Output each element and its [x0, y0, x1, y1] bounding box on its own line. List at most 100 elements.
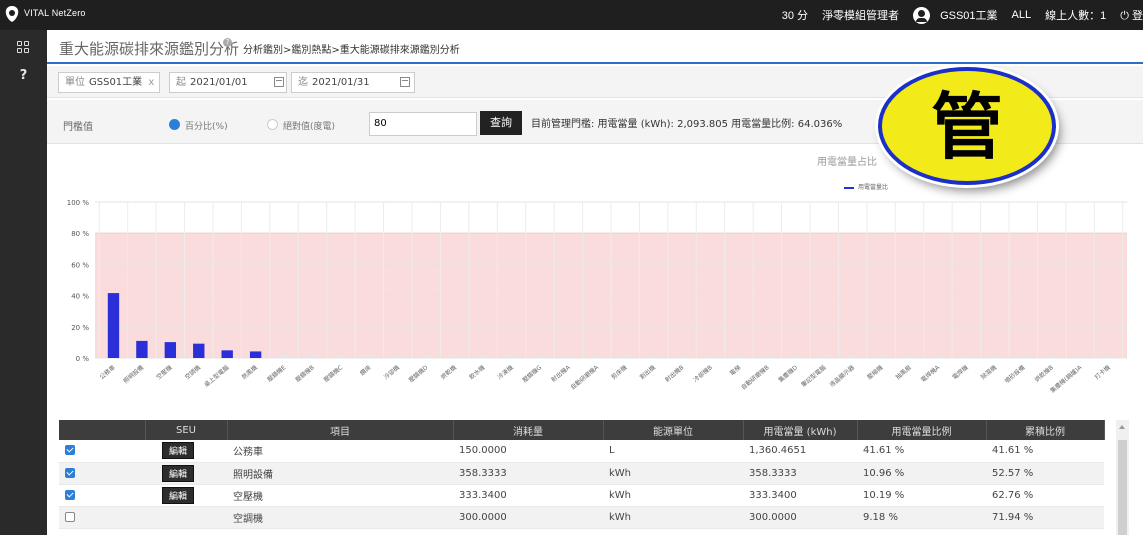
table-scrollbar[interactable] [1116, 420, 1129, 535]
cell-unit: kWh [603, 506, 743, 529]
x-tick-label: 鑽床 [358, 363, 372, 377]
cell-cumulative: 62.76 % [986, 484, 1104, 507]
chart-bar [790, 355, 802, 358]
cell-item: 空調機 [227, 506, 453, 529]
org-label[interactable]: GSS01工業 [940, 7, 997, 23]
x-tick-label: 壓鑄機E [266, 363, 288, 383]
x-tick-label: 抽風扇 [894, 363, 913, 381]
row-checkbox-cell [59, 440, 145, 463]
cell-kwh: 300.0000 [743, 506, 857, 529]
x-tick-label: 空壓機 [155, 363, 174, 381]
column-header: 累積比例 [986, 420, 1105, 440]
cell-unit: kWh [603, 462, 743, 485]
x-tick-label: 除濕機 [979, 363, 998, 381]
calendar-icon[interactable] [274, 77, 284, 87]
column-header [59, 420, 146, 440]
column-header: 能源單位 [603, 420, 744, 440]
cell-consumption: 358.3333 [453, 462, 603, 485]
y-tick-label: 80 % [71, 230, 89, 238]
top-right-status: 30 分 淨零模組管理者 GSS01工業 ALL 線上人數：1 ⏻ 登 [782, 0, 1143, 30]
x-tick-label: 電梯 [728, 363, 742, 377]
table-row[interactable]: 空調機 300.0000 kWh 300.0000 9.18 % 71.94 % [59, 506, 1104, 529]
unit-clear-icon[interactable]: x [148, 77, 154, 88]
cell-kwh: 333.3400 [743, 484, 857, 507]
unit-value: GSS01工業 [89, 77, 143, 88]
percent-radio[interactable] [169, 119, 180, 130]
chart-bar [846, 355, 859, 358]
column-header: 消耗量 [453, 420, 604, 440]
end-date-field[interactable]: 迄 2021/01/31 [291, 72, 415, 93]
scroll-up-icon[interactable] [1119, 425, 1125, 429]
session-timer: 30 分 [781, 10, 809, 22]
x-tick-label: 壓縮機 [865, 363, 884, 381]
x-tick-label: 射出機A [550, 363, 573, 384]
x-tick-label: 冷凍機 [496, 363, 515, 381]
calendar-icon[interactable] [400, 77, 410, 87]
edit-button[interactable]: 編輯 [162, 486, 195, 504]
chart-bar [477, 355, 489, 358]
edit-button[interactable]: 編輯 [162, 442, 195, 460]
online-count: 線上人數：1 [1045, 10, 1107, 22]
percent-radio-label: 百分比(%) [185, 122, 228, 132]
chart-bar [136, 340, 148, 358]
chart-bar [875, 355, 887, 358]
cell-ratio: 10.19 % [857, 484, 986, 507]
chart-bar [505, 355, 518, 358]
help-button[interactable]: ? [0, 62, 47, 90]
x-tick-label: 集塵機D [777, 363, 800, 384]
menu-grid-button[interactable] [0, 32, 47, 60]
chart-bar [164, 342, 177, 358]
chart-bar [903, 355, 916, 358]
x-tick-label: 空調機 [183, 363, 202, 381]
y-tick-label: 60 % [71, 261, 89, 269]
y-tick-label: 0 % [76, 355, 90, 363]
cell-item: 空壓機 [227, 484, 453, 507]
cell-consumption: 300.0000 [453, 506, 603, 529]
query-button[interactable]: 查詢 [480, 111, 522, 135]
chart-bar [420, 355, 432, 358]
x-tick-label: 割出機 [638, 363, 657, 381]
row-checkbox[interactable] [65, 467, 75, 478]
threshold-input[interactable]: 80 [369, 112, 477, 136]
chart-bar [619, 355, 631, 358]
start-date-field[interactable]: 起 2021/01/01 [169, 72, 287, 93]
table-row[interactable]: 編輯 公務車 150.0000 L 1,360.4651 41.61 % 41.61 % [59, 440, 1104, 463]
chart-bar [932, 355, 944, 358]
chart-bar [278, 354, 290, 358]
y-tick-label: 40 % [71, 293, 89, 301]
seu-cell: 編輯 [145, 462, 227, 485]
unit-select[interactable]: 單位 GSS01工業 x [58, 72, 160, 93]
chart-bar [448, 355, 461, 358]
chart-bar [960, 355, 973, 358]
row-checkbox[interactable] [65, 511, 75, 522]
breadcrumb: 分析鑑別>鑑別熱點>重大能源碳排來源鑑別分析 [243, 45, 460, 56]
y-tick-label: 20 % [71, 324, 89, 332]
help-tooltip-icon[interactable]: ? [223, 38, 232, 47]
edit-button[interactable]: 編輯 [162, 464, 195, 482]
chart-bar [989, 355, 1001, 358]
threshold-info: 目前管理門檻: 用電當量 (kWh): 2,093.805 用電當量比例: 64… [531, 119, 843, 130]
cell-item: 照明設備 [227, 462, 453, 485]
chart-bar [562, 355, 575, 358]
chart-bar [818, 355, 830, 358]
x-tick-label: 打卡機 [1093, 363, 1112, 381]
table-row[interactable]: 編輯 照明設備 358.3333 kWh 358.3333 10.96 % 52.57 % [59, 462, 1104, 485]
cell-consumption: 150.0000 [453, 440, 603, 463]
chart-bar [676, 355, 688, 358]
scope-label[interactable]: ALL [1012, 9, 1032, 21]
cell-ratio: 41.61 % [857, 440, 986, 463]
user-icon[interactable] [913, 6, 931, 24]
table-row[interactable]: 編輯 空壓機 333.3400 kWh 333.3400 10.19 % 62.76 % [59, 484, 1104, 507]
logout-button[interactable]: ⏻ 登 [1120, 7, 1143, 23]
x-tick-label: 熱風機 [240, 363, 259, 381]
x-tick-label: 照明設備 [122, 363, 146, 385]
column-header: 項目 [227, 420, 454, 440]
end-date-label: 迄 [298, 77, 308, 88]
row-checkbox[interactable] [65, 489, 75, 500]
chart-bar [221, 350, 233, 358]
row-checkbox[interactable] [65, 445, 75, 456]
column-header: 用電當量 (kWh) [743, 420, 858, 440]
scroll-thumb[interactable] [1118, 440, 1127, 535]
cell-ratio: 9.18 % [857, 506, 986, 529]
absolute-radio[interactable] [267, 119, 278, 130]
